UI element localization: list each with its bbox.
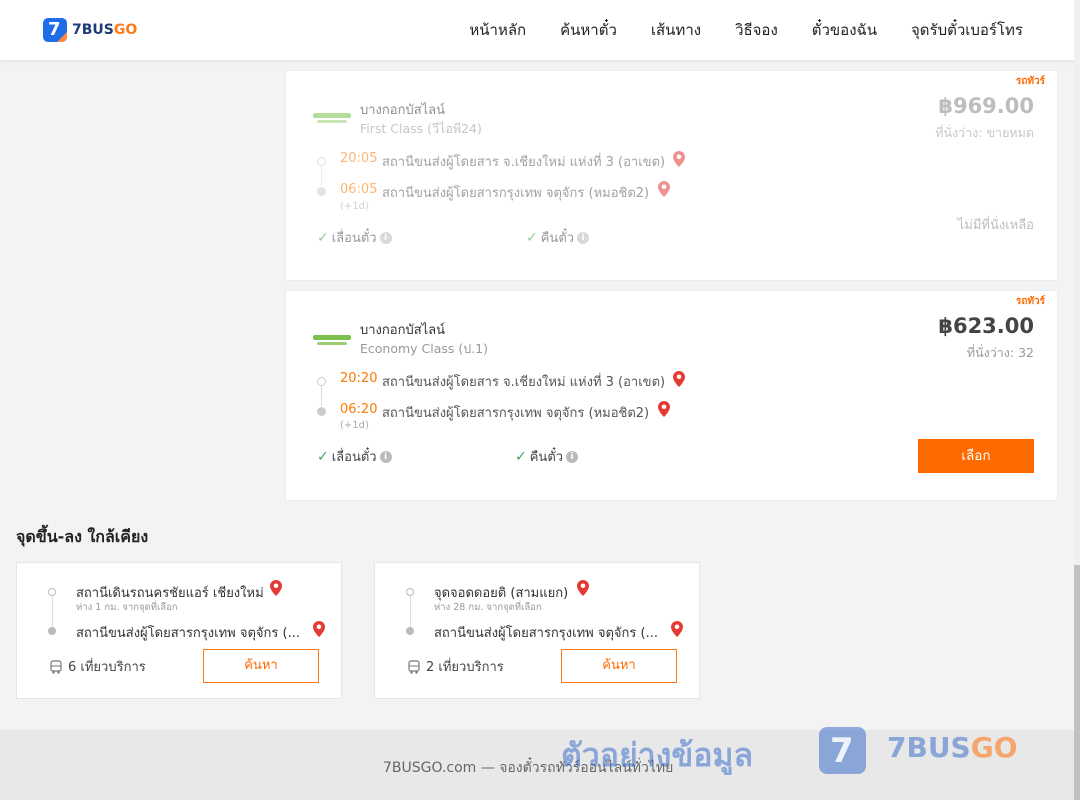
nearby-to-station: สถานีขนส่งผู้โดยสารกรุงเทพ จตุจักร (... — [434, 626, 658, 641]
trip-card: รถทัวร์ บางกอกบัสไลน์ Economy Class (ป.1… — [285, 290, 1058, 501]
trip-count-label: 6 เที่ยวบริการ — [68, 660, 146, 675]
map-pin-icon[interactable] — [313, 621, 325, 637]
select-trip-button[interactable]: เลือก — [918, 439, 1034, 473]
check-icon: ✓ — [515, 448, 527, 465]
info-icon[interactable]: i — [566, 450, 579, 463]
seats-available: ที่นั่งว่าง: 32 — [966, 345, 1034, 360]
arrive-time: 06:05 — [340, 182, 378, 197]
map-pin-icon[interactable] — [658, 401, 670, 417]
check-icon: ✓ — [526, 229, 538, 246]
route-line — [52, 596, 53, 627]
info-icon[interactable]: i — [379, 231, 392, 244]
operator-logo — [313, 333, 351, 347]
logo-mark-icon: 7 — [43, 18, 67, 42]
map-pin-icon[interactable] — [671, 621, 683, 637]
feature-label: คืนตั๋ว — [529, 450, 564, 465]
watermark-logo-icon: 7 — [819, 727, 866, 774]
feature-label: เลื่อนตั๋ว — [331, 450, 377, 465]
nearby-search-button[interactable]: ค้นหา — [203, 649, 319, 683]
nav-how-to-book[interactable]: วิธีจอง — [735, 18, 778, 42]
bus-class: First Class (วีไอพี24) — [360, 121, 482, 136]
brand-logo[interactable]: 7 7BUSGO — [43, 18, 137, 42]
nav-search-tickets[interactable]: ค้นหาตั๋ว — [560, 18, 617, 42]
nearby-distance: ห่าง 1 กม. จากจุดที่เลือก — [76, 602, 178, 613]
brand-name: 7BUSGO — [72, 22, 138, 38]
to-dot — [406, 627, 414, 635]
map-pin-icon[interactable] — [577, 580, 589, 596]
arrive-station: สถานีขนส่งผู้โดยสารกรุงเทพ จตุจักร (หมอช… — [382, 406, 650, 421]
sold-out-status: ไม่มีที่นั่งเหลือ — [957, 218, 1034, 233]
bus-icon — [408, 659, 420, 674]
from-dot — [406, 588, 414, 596]
nearby-trip-count: 6 เที่ยวบริการ — [49, 656, 146, 677]
trip-price: ฿969.00 — [938, 94, 1034, 118]
bus-icon — [50, 659, 62, 674]
info-icon[interactable]: i — [577, 231, 590, 244]
nearby-search-button[interactable]: ค้นหา — [561, 649, 677, 683]
arrive-time: 06:20 — [340, 402, 378, 417]
seats-available: ที่นั่งว่าง: ขายหมด — [935, 125, 1034, 140]
map-pin-icon[interactable] — [673, 151, 685, 167]
nearby-section-title: จุดขึ้น-ลง ใกล้เคียง — [16, 527, 149, 546]
from-dot — [48, 588, 56, 596]
feature-refund-ticket: ✓ คืนตั๋ว i — [526, 227, 590, 248]
route-line — [410, 596, 411, 627]
day-offset: (+1d) — [340, 420, 369, 431]
nav-routes[interactable]: เส้นทาง — [651, 18, 701, 42]
main-nav: หน้าหลัก ค้นหาตั๋ว เส้นทาง วิธีจอง ตั๋วข… — [469, 0, 1023, 60]
arrive-station: สถานีขนส่งผู้โดยสารกรุงเทพ จตุจักร (หมอช… — [382, 186, 650, 201]
watermark-text: ตัวอย่างข้อมูล — [561, 736, 754, 774]
depart-dot — [317, 377, 326, 386]
route-line — [321, 386, 322, 406]
nearby-trip-count: 2 เที่ยวบริการ — [407, 656, 504, 677]
nav-ticket-pickup[interactable]: จุดรับตั๋วเบอร์โทร — [911, 18, 1023, 42]
nearby-card: สถานีเดินรถนครชัยแอร์ เชียงใหม่ ห่าง 1 ก… — [16, 562, 342, 699]
map-pin-icon[interactable] — [673, 371, 685, 387]
map-pin-icon[interactable] — [658, 181, 670, 197]
watermark-brand: 7BUSGO — [887, 731, 1018, 764]
operator-name: บางกอกบัสไลน์ — [360, 103, 446, 118]
depart-time: 20:05 — [340, 151, 378, 166]
day-offset: (+1d) — [340, 201, 369, 212]
check-icon: ✓ — [317, 448, 329, 465]
check-icon: ✓ — [317, 229, 329, 246]
to-dot — [48, 627, 56, 635]
route-line — [321, 166, 322, 186]
scrollbar-thumb[interactable] — [1074, 565, 1080, 800]
bus-class: Economy Class (ป.1) — [360, 341, 489, 356]
operator-logo — [313, 111, 351, 125]
trip-count-label: 2 เที่ยวบริการ — [426, 660, 504, 675]
info-icon[interactable]: i — [379, 450, 392, 463]
nearby-distance: ห่าง 28 กม. จากจุดที่เลือก — [434, 602, 542, 613]
nearby-card: จุดจอดดอยติ (สามแยก) ห่าง 28 กม. จากจุดท… — [374, 562, 700, 699]
feature-change-ticket: ✓ เลื่อนตั๋ว i — [317, 227, 392, 248]
arrive-dot — [317, 407, 326, 416]
nearby-to-station: สถานีขนส่งผู้โดยสารกรุงเทพ จตุจักร (... — [76, 626, 300, 641]
depart-dot — [317, 157, 326, 166]
operator-name: บางกอกบัสไลน์ — [360, 323, 446, 338]
trip-type-badge: รถทัวร์ — [1015, 76, 1045, 87]
nav-my-tickets[interactable]: ตั๋วของฉัน — [812, 18, 877, 42]
trip-card: รถทัวร์ บางกอกบัสไลน์ First Class (วีไอพ… — [285, 70, 1058, 281]
map-pin-icon[interactable] — [270, 580, 282, 596]
feature-refund-ticket: ✓ คืนตั๋ว i — [515, 446, 579, 467]
nav-home[interactable]: หน้าหลัก — [469, 18, 526, 42]
depart-time: 20:20 — [340, 371, 378, 386]
page-scrollbar[interactable] — [1074, 0, 1080, 800]
top-header: 7 7BUSGO หน้าหลัก ค้นหาตั๋ว เส้นทาง วิธี… — [0, 0, 1080, 60]
trip-price: ฿623.00 — [938, 314, 1034, 338]
feature-change-ticket: ✓ เลื่อนตั๋ว i — [317, 446, 392, 467]
feature-label: เลื่อนตั๋ว — [331, 231, 377, 246]
trip-type-badge: รถทัวร์ — [1015, 296, 1045, 307]
arrive-dot — [317, 187, 326, 196]
feature-label: คืนตั๋ว — [540, 231, 575, 246]
depart-station: สถานีขนส่งผู้โดยสาร จ.เชียงใหม่ แห่งที่ … — [382, 375, 666, 390]
depart-station: สถานีขนส่งผู้โดยสาร จ.เชียงใหม่ แห่งที่ … — [382, 155, 666, 170]
